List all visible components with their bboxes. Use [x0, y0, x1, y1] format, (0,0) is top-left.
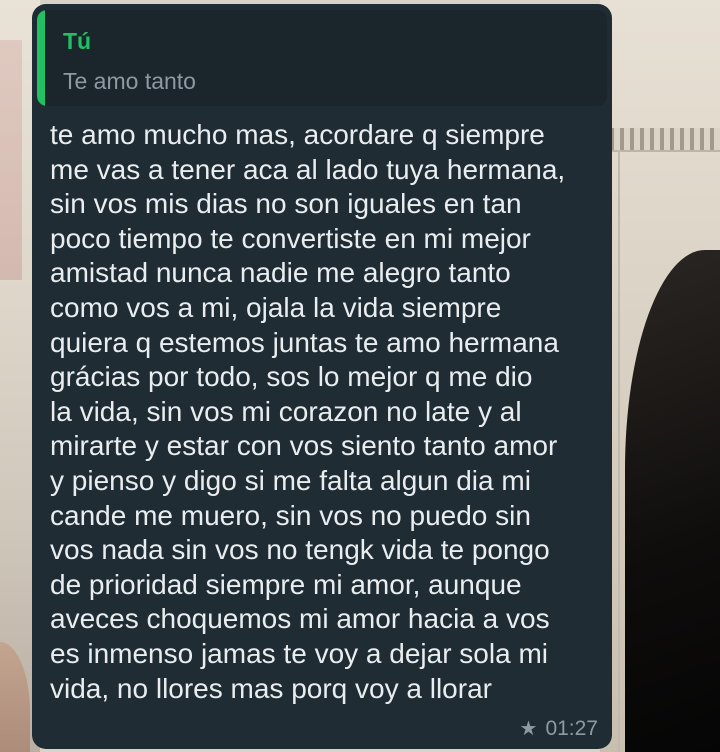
quote-accent-bar: [37, 10, 45, 106]
message-bubble[interactable]: Tú Te amo tanto te amo mucho mas, acorda…: [32, 4, 612, 749]
quoted-author: Tú: [63, 28, 92, 54]
quoted-text: Te amo tanto: [63, 68, 196, 94]
message-time: 01:27: [545, 717, 598, 740]
wallpaper-poster: [0, 40, 22, 280]
star-icon: ★: [519, 718, 538, 740]
wallpaper-tile-line: [618, 150, 620, 752]
wallpaper-tile-border: [610, 128, 720, 150]
wallpaper-tile-line: [610, 150, 720, 152]
message-meta: ★ 01:27: [520, 717, 599, 741]
quoted-message[interactable]: Tú Te amo tanto: [37, 10, 607, 106]
message-text: te amo mucho mas, acordare q siempre me …: [50, 119, 566, 704]
